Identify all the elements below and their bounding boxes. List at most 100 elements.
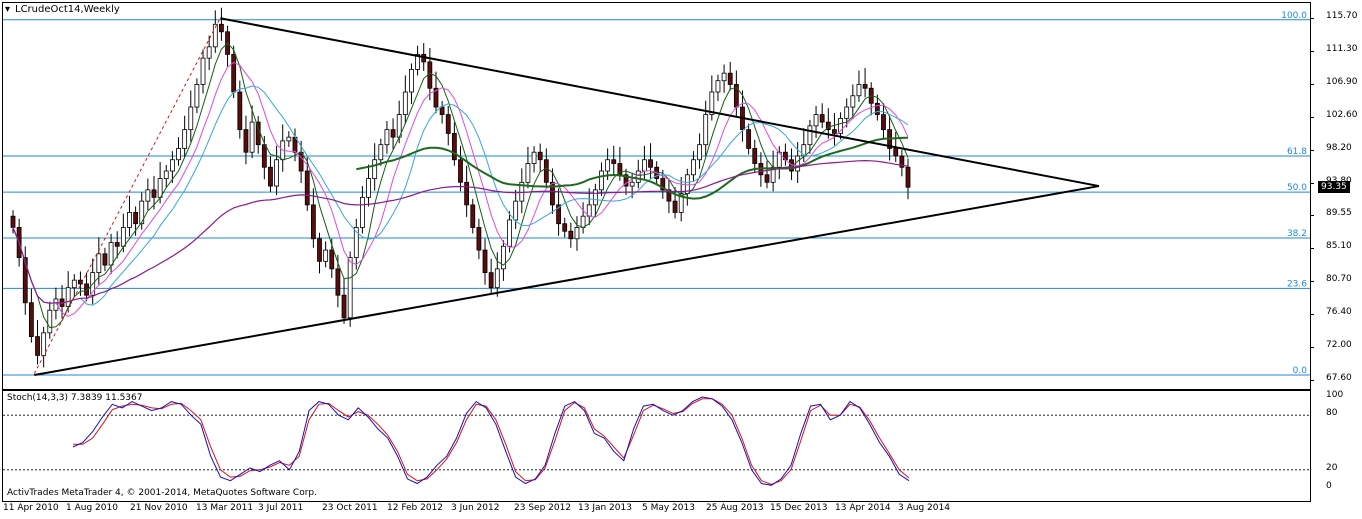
price-axis-tick: 80.70 [1326, 274, 1352, 285]
candle-body [114, 242, 120, 247]
candle-body [746, 129, 752, 149]
candle-body [133, 212, 139, 225]
chart-title-icon: ▾ [5, 4, 11, 15]
copyright-text: ActivTrades MetaTrader 4, © 2001-2014, M… [7, 488, 317, 498]
fib-level-label: 38.2 [1287, 229, 1307, 239]
candle-body [672, 200, 678, 213]
candle-body [605, 159, 611, 172]
candle-body [71, 279, 77, 289]
candle-body [188, 106, 194, 131]
candle-body [568, 230, 574, 240]
main-chart-canvas[interactable]: 100.0 61.8 50.0 38.2 23.6 0.0 [3, 3, 1310, 389]
stoch-main-line [72, 396, 910, 486]
candle-body [157, 178, 163, 198]
indicator-label: Stoch(14,3,3) 7.3839 11.5367 [7, 393, 143, 403]
candle-body [648, 159, 653, 168]
candle-body [41, 332, 47, 356]
candle-body [691, 159, 696, 176]
candle-body [893, 148, 899, 157]
candle-body [445, 114, 451, 134]
time-axis-tick: 1 Aug 2010 [66, 503, 118, 513]
price-axis-tick-mark [1310, 380, 1314, 381]
price-axis-tick: 76.40 [1326, 306, 1352, 317]
candle-body [176, 148, 181, 161]
candle-body [507, 219, 512, 247]
candle-body [317, 238, 322, 262]
candle-body [525, 163, 531, 183]
candle-body [439, 106, 445, 115]
candle-body [120, 227, 126, 247]
candle-body [470, 204, 476, 228]
candle-body [592, 189, 598, 206]
candle-body [482, 249, 488, 274]
candle-body [261, 144, 267, 168]
candle-body [237, 91, 243, 131]
time-axis-tick: 21 Nov 2010 [130, 503, 188, 513]
price-axis-tick: 102.60 [1326, 109, 1358, 120]
oscillator-axis: 100 80 20 0 [1310, 390, 1362, 500]
candle-body [488, 272, 494, 289]
price-axis-tick: 67.60 [1326, 373, 1352, 383]
candle-body [194, 84, 200, 108]
candle-body [274, 159, 279, 187]
price-axis[interactable]: 115.70111.30106.90102.6098.2093.8089.558… [1310, 2, 1362, 388]
price-axis-tick-mark [1310, 248, 1314, 250]
candle-body [752, 148, 758, 164]
candle-body [856, 84, 862, 97]
candle-body [384, 129, 390, 146]
stochastic-canvas[interactable] [3, 391, 1310, 501]
candle-body [795, 155, 801, 172]
candle-body [402, 91, 408, 115]
candle-body [458, 159, 463, 183]
candle-body [310, 204, 316, 240]
candle-body [464, 181, 470, 206]
candle-body [360, 196, 365, 228]
time-axis-tick: 5 May 2013 [642, 503, 695, 513]
time-axis-tick: 25 Aug 2013 [706, 503, 764, 513]
candle-body [10, 215, 16, 228]
candle-body [329, 249, 335, 270]
osc-axis-tick: 0 [1326, 481, 1332, 491]
candle-body [366, 178, 371, 198]
candle-body [108, 242, 114, 266]
candle-body [47, 309, 53, 334]
lower-trendline [34, 185, 1100, 376]
stoch-signal-line [73, 398, 910, 485]
price-axis-tick: 72.00 [1326, 339, 1352, 350]
candle-body [881, 114, 886, 131]
fib-level-label: 0.0 [1293, 366, 1308, 376]
candle-body [219, 23, 224, 33]
candle-body [35, 336, 40, 356]
candle-body [169, 159, 175, 172]
candle-body [151, 189, 157, 198]
candle-body [286, 136, 292, 142]
candle-body [163, 170, 169, 179]
price-axis-tick-mark [1310, 116, 1314, 118]
fib-level-label: 61.8 [1287, 147, 1307, 157]
time-axis-tick: 23 Oct 2011 [322, 503, 378, 513]
candle-body [206, 46, 212, 59]
main-chart-pane[interactable]: 100.0 61.8 50.0 38.2 23.6 0.0 ▾ LCrudeOct14,W… [2, 2, 1311, 390]
osc-axis-tick: 100 [1326, 390, 1344, 400]
candle-body [145, 189, 151, 202]
price-axis-tick: 89.55 [1326, 207, 1352, 218]
candle-body [335, 268, 341, 296]
time-axis-tick: 12 Feb 2012 [387, 503, 444, 513]
upper-trendline [220, 17, 1100, 188]
price-axis-tick-mark [1310, 313, 1314, 315]
time-axis-tick: 13 Apr 2014 [835, 503, 891, 513]
stochastic-pane[interactable]: Stoch(14,3,3) 7.3839 11.5367 ActivTrades… [2, 390, 1311, 502]
candle-body [629, 181, 635, 187]
price-axis-tick: 85.10 [1326, 241, 1352, 252]
osc-axis-tick: 80 [1326, 408, 1338, 419]
candle-body [562, 223, 568, 232]
price-axis-tick-mark [1310, 84, 1314, 86]
osc-axis-tick: 20 [1326, 462, 1338, 473]
candle-body [409, 69, 414, 93]
time-axis-tick: 13 Jan 2013 [578, 503, 632, 513]
time-axis-tick: 23 Sep 2012 [514, 503, 572, 513]
candle-body [494, 268, 500, 289]
candle-body [832, 129, 837, 134]
time-axis: 11 Apr 2010 1 Aug 2010 21 Nov 2010 13 Mar 2… [0, 501, 1362, 519]
candle-body [642, 159, 647, 172]
